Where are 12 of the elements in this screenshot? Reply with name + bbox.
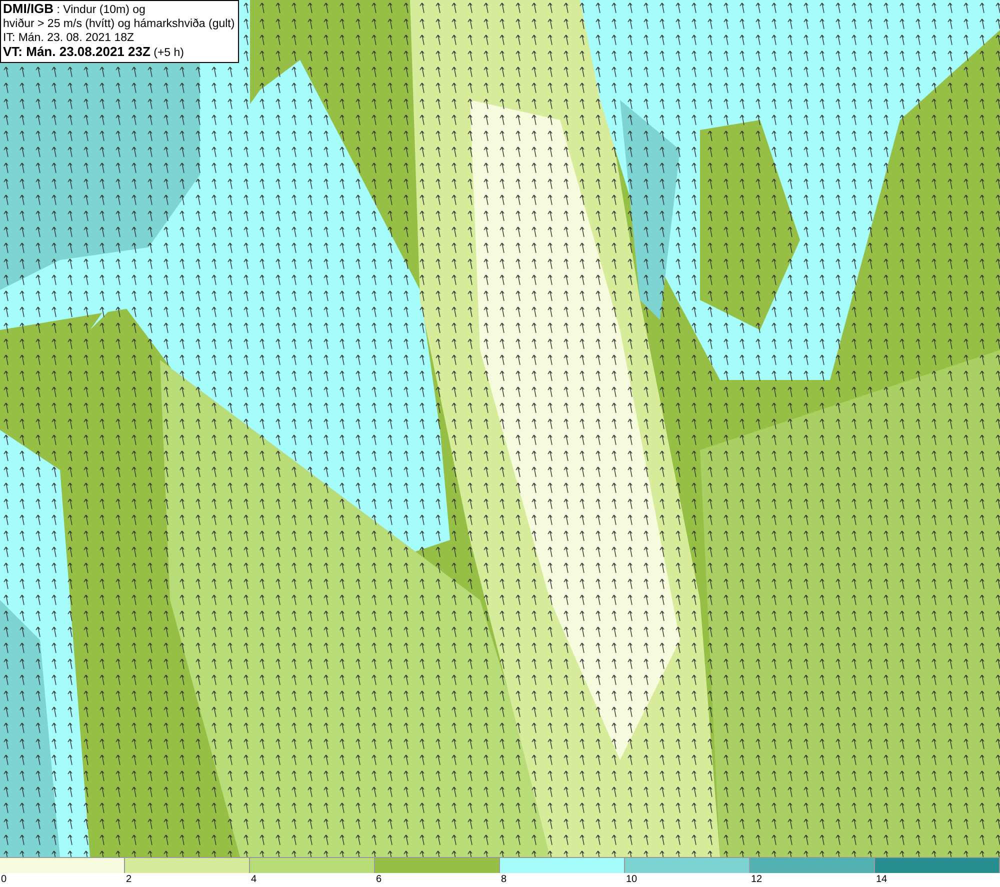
legend-tick-label: 12 xyxy=(750,873,764,887)
legend-tick-label: 0 xyxy=(0,873,8,887)
legend-tick-label: 14 xyxy=(875,873,888,887)
legend-tick-label: 2 xyxy=(125,873,133,887)
legend-tick-label: 10 xyxy=(625,873,638,887)
header-line: DMI/IGB : Vindur (10m) og xyxy=(3,2,146,17)
header-line: hviður > 25 m/s (hvítt) og hámarkshviða (gult) xyxy=(3,17,235,31)
legend-tick-label: 6 xyxy=(375,873,383,887)
header-line: VT: Mán. 23.08.2021 23Z (+5 h) xyxy=(3,45,185,60)
header-line: IT: Mán. 23. 08. 2021 18Z xyxy=(3,31,136,45)
legend-tick-label: 4 xyxy=(250,873,258,887)
legend-tick-label: 8 xyxy=(500,873,508,887)
